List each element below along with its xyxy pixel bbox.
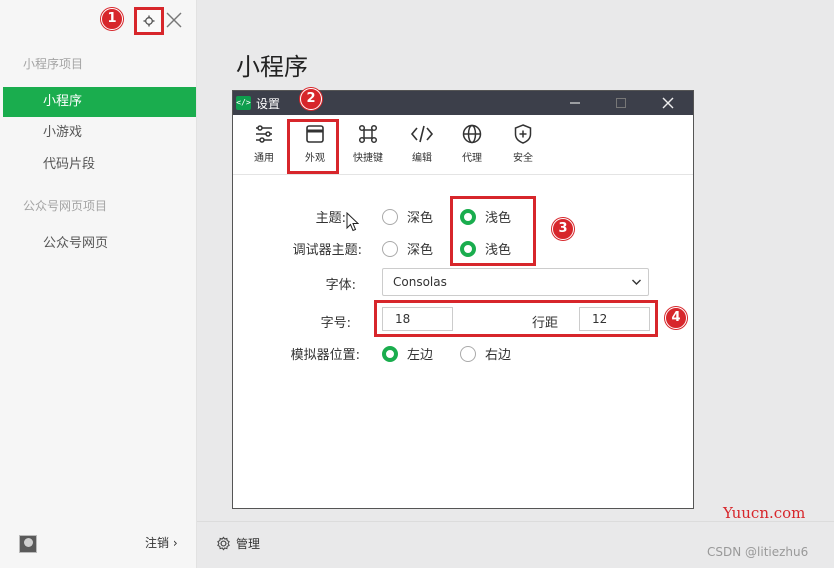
annotation-box-theme xyxy=(450,196,536,266)
font-select[interactable]: Consolas xyxy=(382,268,649,296)
radio-button[interactable] xyxy=(382,208,398,225)
mouse-cursor-icon xyxy=(346,212,359,232)
close-icon[interactable] xyxy=(163,9,185,31)
sidebar-item-official-account-web[interactable]: 公众号网页 xyxy=(3,229,196,259)
sidebar-item-minigame[interactable]: 小游戏 xyxy=(3,118,196,148)
maximize-icon[interactable] xyxy=(614,96,628,110)
theme-option-dark[interactable]: 深色 xyxy=(382,207,433,226)
simulator-position-label: 模拟器位置: xyxy=(290,348,360,363)
annotation-box-appearance-tab xyxy=(287,119,339,174)
chevron-down-icon xyxy=(632,279,641,285)
annotation-badge-2: 2 xyxy=(300,88,322,110)
code-icon xyxy=(410,125,434,143)
tab-label: 代理 xyxy=(462,153,482,164)
radio-label: 深色 xyxy=(407,211,434,226)
tab-edit[interactable]: 编辑 xyxy=(400,121,444,164)
tab-security[interactable]: 安全 xyxy=(501,121,545,164)
shield-icon xyxy=(514,124,532,144)
sidebar-item-miniprogram[interactable]: 小程序 xyxy=(3,87,196,117)
tab-label: 安全 xyxy=(513,153,533,164)
section-title-official-account: 公众号网页项目 xyxy=(23,199,108,213)
simulator-position-right[interactable]: 右边 xyxy=(460,344,511,363)
tab-label: 快捷键 xyxy=(353,153,383,164)
debugger-theme-label: 调试器主题: xyxy=(292,243,362,258)
watermark-credit: CSDN @litiezhu6 xyxy=(707,545,809,559)
radio-button[interactable] xyxy=(382,240,398,257)
gear-icon xyxy=(217,536,230,551)
annotation-box-font-size xyxy=(374,300,658,337)
minimize-icon[interactable] xyxy=(568,96,582,110)
debugger-theme-option-dark[interactable]: 深色 xyxy=(382,239,433,258)
simulator-position-left[interactable]: 左边 xyxy=(382,344,433,363)
command-icon xyxy=(358,124,378,144)
radio-button-checked[interactable] xyxy=(382,345,398,362)
watermark-site: Yuucn.com xyxy=(723,504,806,522)
globe-icon xyxy=(462,124,482,144)
tab-proxy[interactable]: 代理 xyxy=(450,121,494,164)
annotation-badge-1: 1 xyxy=(101,8,123,30)
app-icon: </> xyxy=(236,96,251,110)
tab-shortcuts[interactable]: 快捷键 xyxy=(346,121,390,164)
dialog-title: 设置 xyxy=(256,97,281,111)
radio-label: 右边 xyxy=(485,348,512,363)
tab-label: 编辑 xyxy=(412,153,432,164)
font-label: 字体: xyxy=(325,278,356,293)
radio-label: 左边 xyxy=(407,348,434,363)
sidebar-item-code-snippet[interactable]: 代码片段 xyxy=(3,150,196,180)
sliders-icon xyxy=(256,125,272,143)
tab-general[interactable]: 通用 xyxy=(242,121,286,164)
radio-button[interactable] xyxy=(460,345,476,362)
font-size-label: 字号: xyxy=(320,316,351,331)
section-title-miniprogram: 小程序项目 xyxy=(23,57,84,71)
font-select-value: Consolas xyxy=(393,275,447,289)
gear-icon xyxy=(143,15,155,27)
annotation-badge-3: 3 xyxy=(552,218,574,240)
manage-label: 管理 xyxy=(236,537,261,551)
tab-label: 通用 xyxy=(254,153,274,164)
avatar[interactable] xyxy=(19,535,37,553)
manage-button[interactable]: 管理 xyxy=(216,535,260,552)
annotation-badge-4: 4 xyxy=(665,307,687,329)
sidebar: 小程序项目 小程序 小游戏 代码片段 公众号网页项目 公众号网页 注销 › xyxy=(0,0,197,568)
settings-button[interactable] xyxy=(134,7,164,35)
close-icon[interactable] xyxy=(661,96,675,110)
radio-label: 深色 xyxy=(407,243,434,258)
logout-button[interactable]: 注销 › xyxy=(145,534,178,551)
page-title: 小程序 xyxy=(236,53,308,81)
theme-label: 主题: xyxy=(315,211,346,226)
